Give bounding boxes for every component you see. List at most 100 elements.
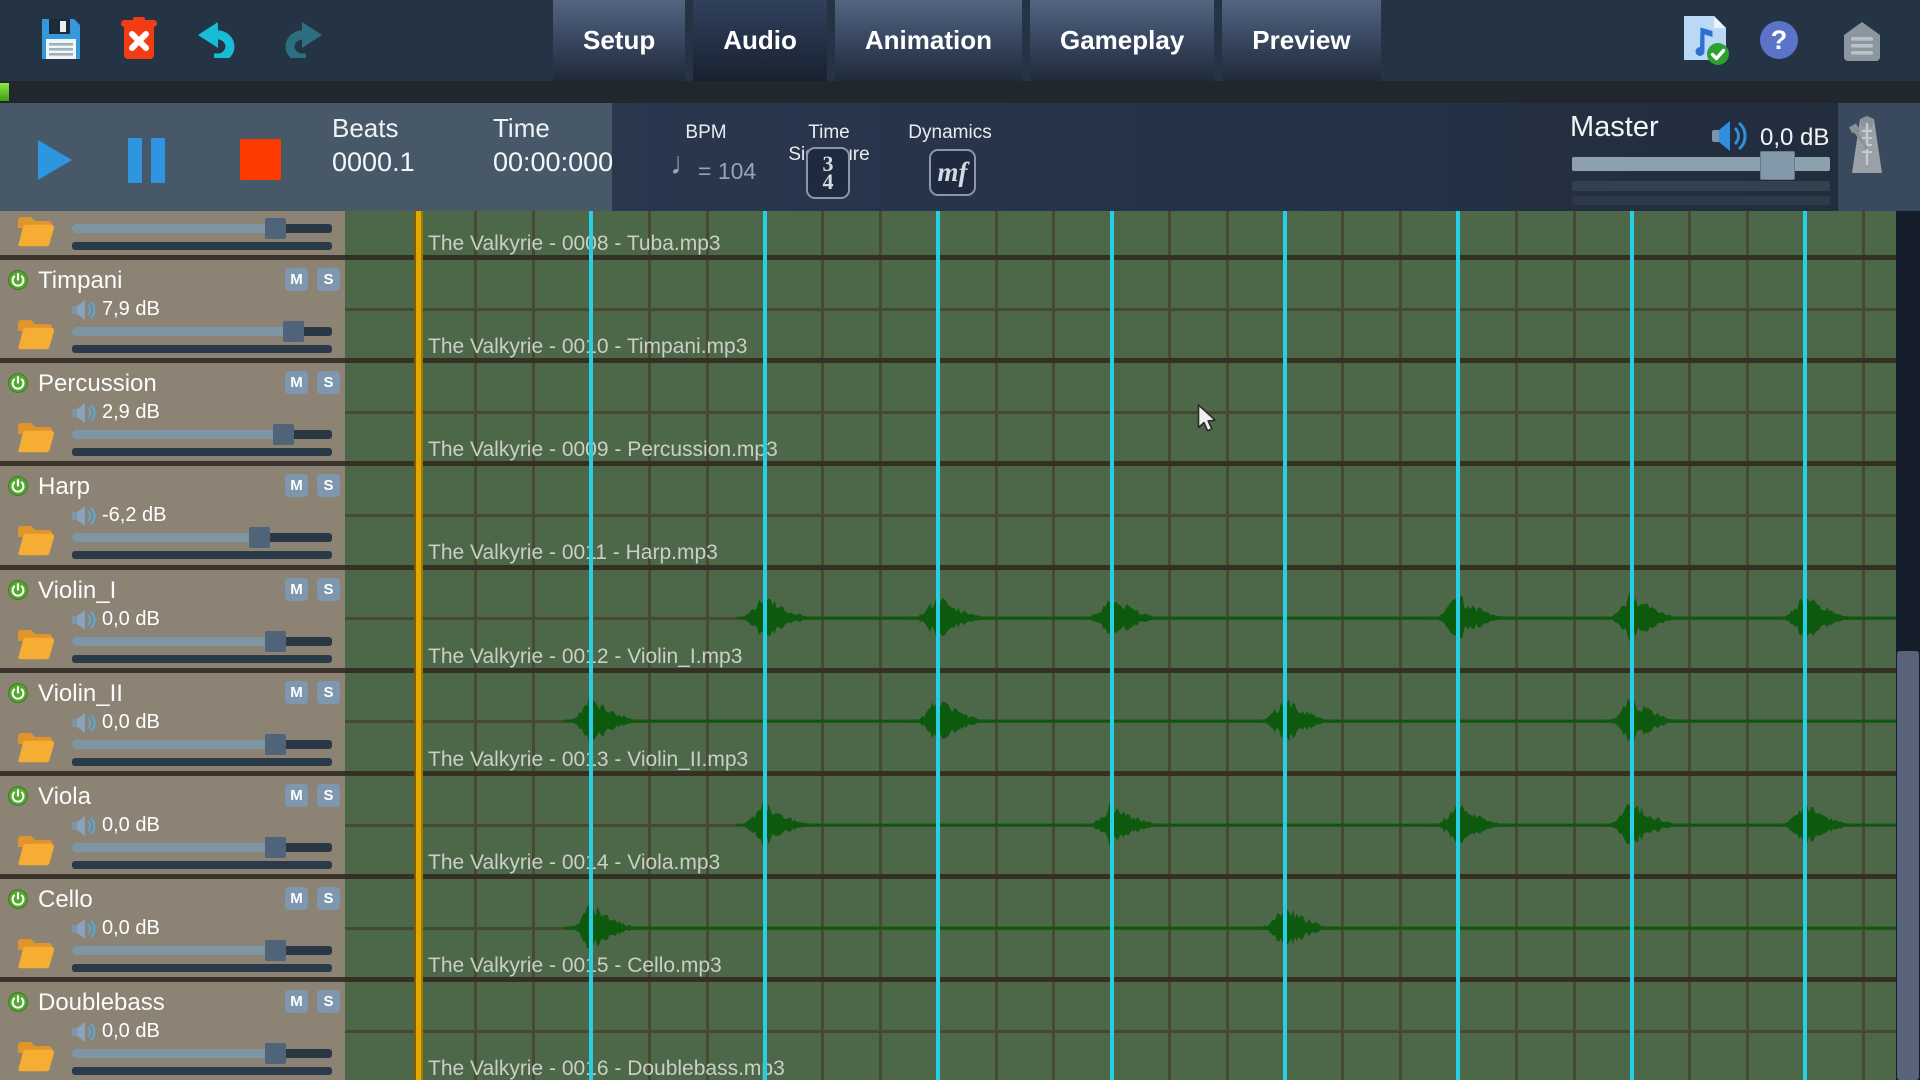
power-icon[interactable] [8,373,28,393]
bpm-label: BPM [660,122,752,144]
folder-icon[interactable] [16,731,56,765]
delete-icon[interactable] [120,17,158,59]
track-volume-slider[interactable] [72,224,332,233]
redo-icon[interactable] [282,22,324,58]
tab-animation[interactable]: Animation [835,0,1022,81]
track-name: Violin_II [38,680,123,708]
playhead[interactable] [414,211,423,1080]
solo-button[interactable]: S [317,990,340,1013]
mouse-cursor [1197,404,1219,434]
progress-strip-value [0,83,9,101]
folder-icon[interactable] [16,524,56,558]
slider-handle[interactable] [265,218,286,239]
mute-button[interactable]: M [285,681,308,704]
solo-button[interactable]: S [317,784,340,807]
slider-handle[interactable] [283,321,304,342]
solo-button[interactable]: S [317,371,340,394]
track-name: Percussion [38,370,157,398]
folder-icon[interactable] [16,421,56,455]
tab-audio[interactable]: Audio [693,0,827,81]
waveform-violin_ii [345,687,1920,755]
row-separator [0,874,345,879]
track-row: DoublebassMS0,0 dB [0,979,345,1080]
mute-button[interactable]: M [285,990,308,1013]
dynamics-button[interactable]: mf [929,149,976,196]
stop-button[interactable] [240,139,281,180]
beat-midline [345,411,1920,414]
power-icon[interactable] [8,580,28,600]
track-volume-icon [72,609,98,631]
track-row: HarpMS-6,2 dB [0,463,345,566]
folder-icon[interactable] [16,937,56,971]
track-name: Harp [38,473,90,501]
folder-icon[interactable] [16,318,56,352]
play-button[interactable] [38,140,74,180]
beat-midline [345,308,1920,311]
clip-file-label: The Valkyrie - 0015 - Cello.mp3 [428,954,722,978]
mute-button[interactable]: M [285,887,308,910]
power-icon[interactable] [8,270,28,290]
master-db-value: 0,0 dB [1760,124,1829,152]
vertical-scrollbar[interactable] [1896,211,1920,1080]
power-icon[interactable] [8,786,28,806]
vertical-scrollbar-thumb[interactable] [1897,651,1919,1080]
mute-button[interactable]: M [285,474,308,497]
metronome-icon[interactable] [1844,115,1890,177]
main-tab-bar: SetupAudioAnimationGameplayPreview [553,0,1381,81]
master-slider-handle[interactable] [1760,151,1795,180]
measure-line [1456,211,1460,1080]
folder-icon[interactable] [16,1040,56,1074]
power-icon[interactable] [8,889,28,909]
music-sequencer-app: { "topbar": { "tabs": [ {"label": "Setup… [0,0,1920,1080]
solo-button[interactable]: S [317,268,340,291]
progress-strip [0,81,1920,103]
row-separator [0,668,345,673]
slider-handle[interactable] [273,424,294,445]
track-volume-slider[interactable] [72,637,332,646]
home-icon[interactable] [1840,19,1884,63]
timeline-grid[interactable]: The Valkyrie - 0008 - Tuba.mp3The Valkyr… [345,211,1920,1080]
undo-icon[interactable] [196,22,238,58]
slider-handle[interactable] [265,940,286,961]
mute-button[interactable]: M [285,784,308,807]
slider-handle[interactable] [265,1043,286,1064]
solo-button[interactable]: S [317,681,340,704]
folder-icon[interactable] [16,215,56,249]
time-signature-button[interactable]: 3 4 [806,147,850,199]
row-separator [0,565,345,570]
row-separator [0,771,345,776]
track-meter-bar [72,861,332,869]
power-icon[interactable] [8,476,28,496]
track-volume-slider[interactable] [72,946,332,955]
save-icon[interactable] [40,17,82,61]
track-volume-slider[interactable] [72,740,332,749]
beats-label: Beats [332,113,399,144]
track-volume-slider[interactable] [72,1049,332,1058]
folder-icon[interactable] [16,834,56,868]
folder-icon[interactable] [16,628,56,662]
help-icon[interactable]: ? [1760,21,1798,59]
tab-preview[interactable]: Preview [1222,0,1380,81]
power-icon[interactable] [8,992,28,1012]
track-db-value: 0,0 dB [102,1020,160,1043]
power-icon[interactable] [8,683,28,703]
slider-handle[interactable] [265,631,286,652]
slider-handle[interactable] [265,837,286,858]
track-volume-slider[interactable] [72,843,332,852]
tab-setup[interactable]: Setup [553,0,685,81]
track-volume-slider[interactable] [72,533,332,542]
slider-handle[interactable] [249,527,270,548]
mute-button[interactable]: M [285,268,308,291]
audio-file-check-icon[interactable] [1682,14,1732,66]
time-label: Time [493,113,550,144]
clip-file-label: The Valkyrie - 0014 - Viola.mp3 [428,851,720,875]
track-row: TimpaniMS7,9 dB [0,257,345,360]
mute-button[interactable]: M [285,371,308,394]
solo-button[interactable]: S [317,474,340,497]
solo-button[interactable]: S [317,578,340,601]
bpm-value[interactable]: = 104 [698,158,756,185]
mute-button[interactable]: M [285,578,308,601]
tab-gameplay[interactable]: Gameplay [1030,0,1214,81]
solo-button[interactable]: S [317,887,340,910]
slider-handle[interactable] [265,734,286,755]
